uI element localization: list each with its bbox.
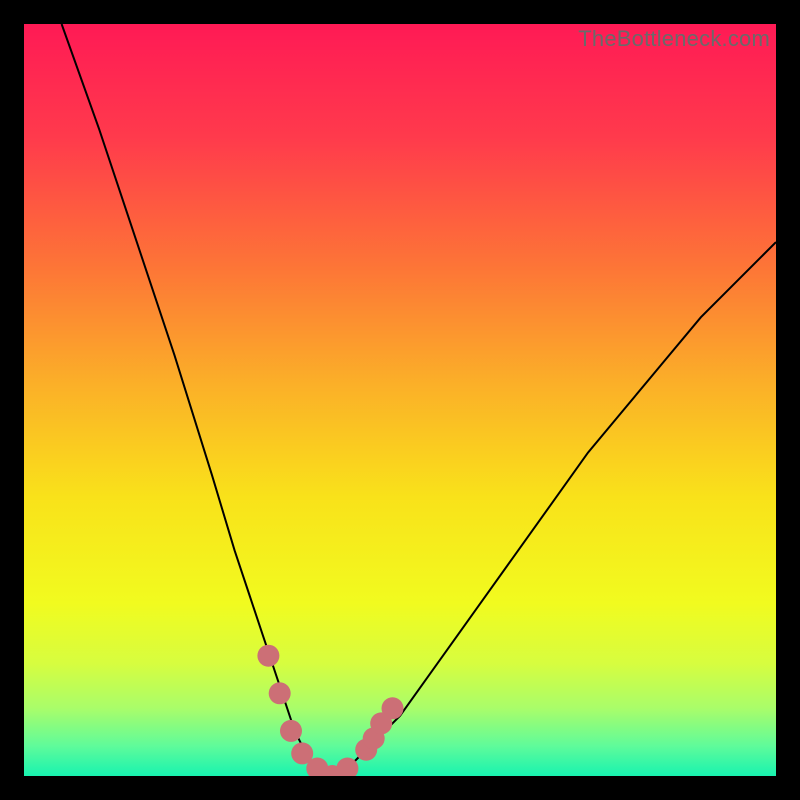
gradient-background — [24, 24, 776, 776]
curve-marker — [257, 645, 279, 667]
bottleneck-chart — [24, 24, 776, 776]
curve-marker — [269, 682, 291, 704]
curve-marker — [280, 720, 302, 742]
curve-marker — [382, 697, 404, 719]
watermark-text: TheBottleneck.com — [578, 26, 770, 52]
chart-frame: TheBottleneck.com — [24, 24, 776, 776]
